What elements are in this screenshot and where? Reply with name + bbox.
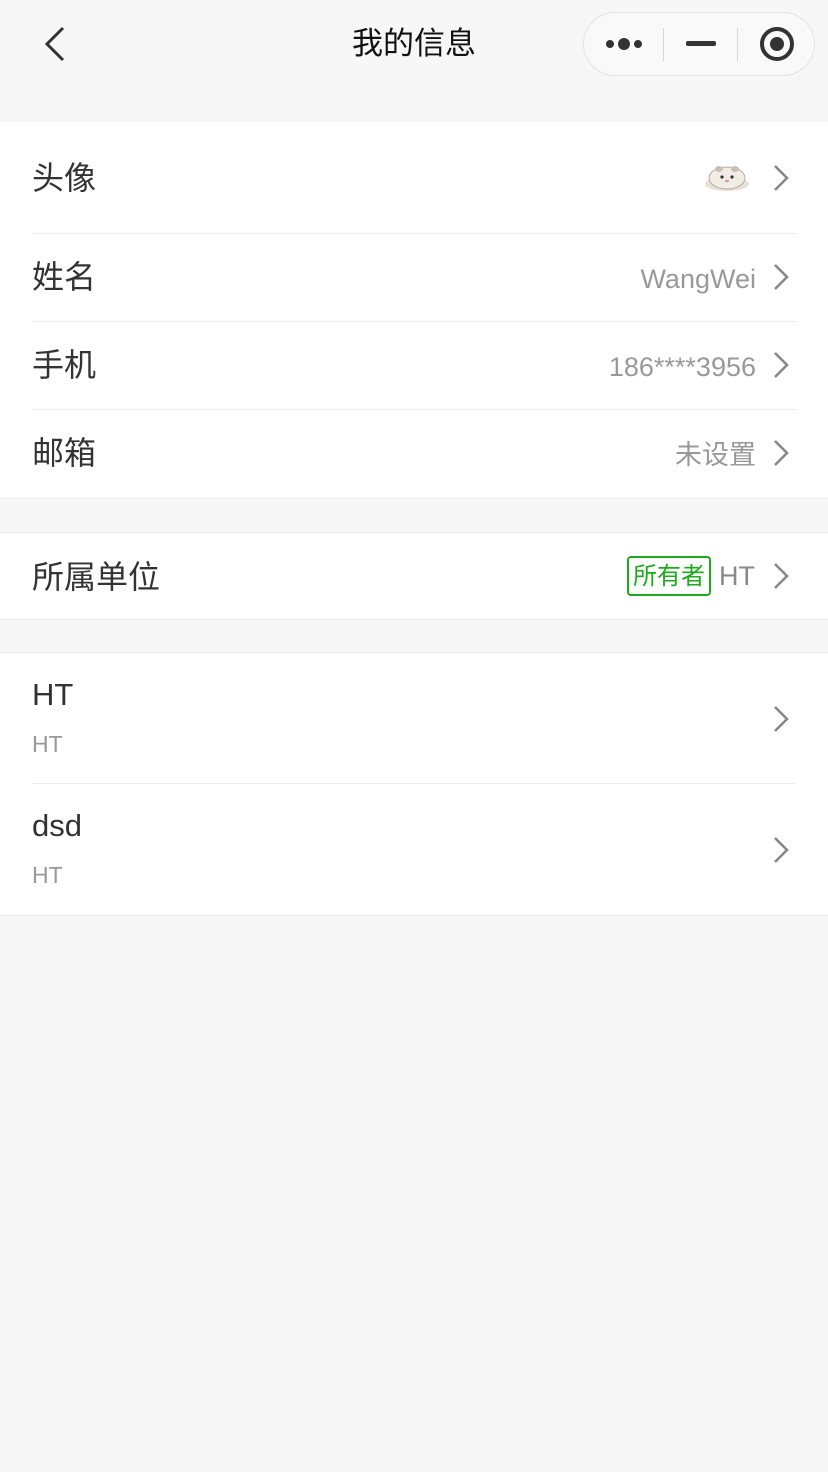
organization-row[interactable]: 所属单位 所有者 HT — [0, 533, 828, 620]
owner-badge: 所有者 — [627, 556, 711, 596]
avatar-row[interactable]: 头像 — [0, 122, 828, 233]
avatar-label: 头像 — [32, 159, 97, 197]
name-label: 姓名 — [32, 258, 97, 296]
chevron-right-icon — [774, 440, 789, 466]
chevron-right-icon — [774, 165, 789, 191]
chevron-right-icon — [774, 563, 789, 589]
navigation-bar: 我的信息 — [0, 0, 828, 88]
phone-row[interactable]: 手机 186****3956 — [0, 321, 828, 409]
list-item[interactable]: HT HT — [0, 653, 828, 784]
unit-subtitle: HT — [32, 731, 63, 757]
name-row[interactable]: 姓名 WangWei — [0, 233, 828, 321]
unit-title: dsd — [32, 808, 82, 843]
unit-title: HT — [32, 677, 74, 712]
miniprogram-capsule — [583, 12, 815, 76]
more-button[interactable] — [584, 13, 663, 75]
list-item[interactable]: dsd HT — [0, 784, 828, 915]
organization-label: 所属单位 — [32, 558, 161, 596]
phone-label: 手机 — [32, 346, 97, 384]
chevron-right-icon — [774, 352, 789, 378]
organization-value: HT — [719, 561, 755, 591]
close-miniprogram-button[interactable] — [738, 13, 815, 75]
chevron-right-icon — [774, 837, 789, 863]
email-label: 邮箱 — [32, 434, 97, 472]
minimize-button[interactable] — [664, 13, 737, 75]
chevron-right-icon — [774, 706, 789, 732]
email-row[interactable]: 邮箱 未设置 — [0, 409, 828, 498]
minimize-icon — [685, 41, 716, 46]
name-value: WangWei — [640, 264, 756, 294]
unit-list: HT HT dsd HT — [0, 652, 828, 916]
phone-value: 186****3956 — [608, 352, 756, 382]
email-value: 未设置 — [675, 440, 756, 470]
chevron-right-icon — [774, 264, 789, 290]
organization-group: 所属单位 所有者 HT — [0, 532, 828, 620]
more-dots-icon — [605, 38, 642, 50]
unit-subtitle: HT — [32, 862, 63, 888]
target-circle-icon — [759, 27, 794, 61]
profile-group: 头像 姓名 WangWei 手机 186****3956 邮箱 未设置 — [0, 122, 828, 499]
avatar — [704, 160, 750, 192]
